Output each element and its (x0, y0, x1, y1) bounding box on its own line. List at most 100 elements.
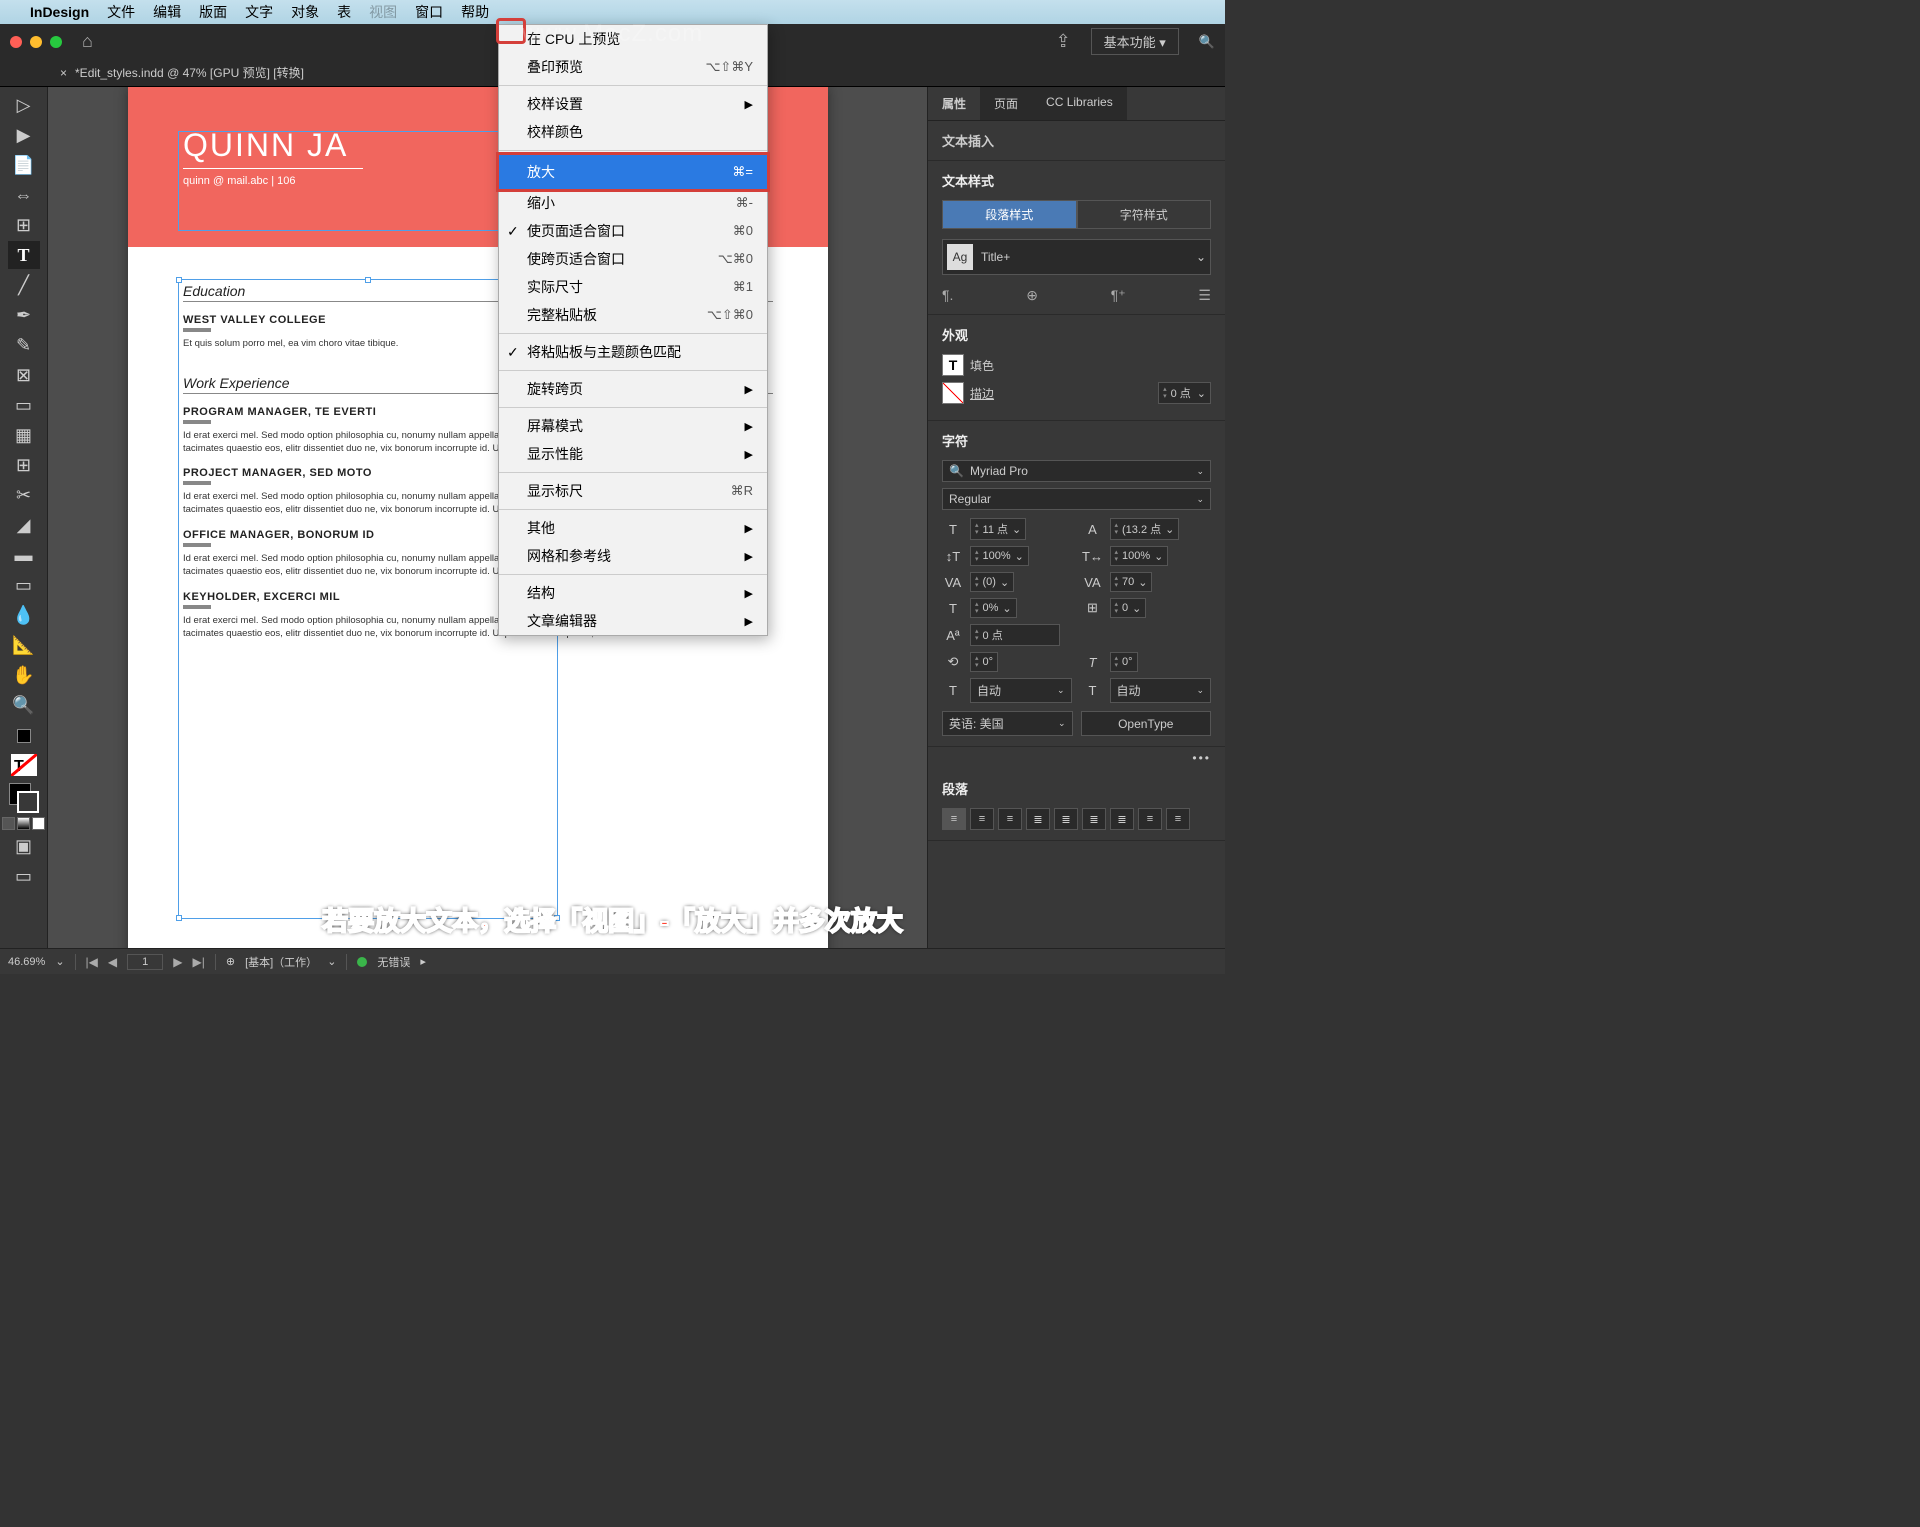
panel-tab-properties[interactable]: 属性 (928, 87, 980, 120)
home-icon[interactable]: ⌂ (82, 31, 93, 52)
menu-item-实际尺寸[interactable]: 实际尺寸⌘1 (499, 273, 767, 301)
zoom-tool[interactable]: 🔍 (8, 691, 40, 719)
close-window-button[interactable] (10, 36, 22, 48)
menu-file[interactable]: 文件 (107, 2, 135, 22)
more-options[interactable]: ••• (928, 747, 1225, 769)
open-icon[interactable]: ⊕ (226, 955, 235, 968)
baseline-shift-input[interactable]: ▴▾0 点 (970, 624, 1060, 646)
font-weight-input[interactable]: Regular⌄ (942, 488, 1211, 510)
clear-override-icon[interactable]: ¶⁺ (1111, 287, 1126, 304)
hscale-input[interactable]: ▴▾100%⌄ (1110, 546, 1169, 566)
line-tool[interactable]: ╱ (8, 271, 40, 299)
baseline2-input[interactable]: ▴▾0⌄ (1110, 598, 1147, 618)
menu-table[interactable]: 表 (337, 2, 351, 22)
align-away-spine[interactable]: ≡ (1166, 808, 1190, 830)
menu-item-结构[interactable]: 结构▶ (499, 579, 767, 607)
preflight-profile[interactable]: [基本]（工作） (245, 954, 317, 970)
type-tool[interactable]: T (8, 241, 40, 269)
character-style-tab[interactable]: 字符样式 (1077, 200, 1212, 229)
tab-close-button[interactable]: × (60, 66, 67, 80)
panel-tab-pages[interactable]: 页面 (980, 87, 1032, 120)
menu-item-使跨页适合窗口[interactable]: 使跨页适合窗口⌥⌘0 (499, 245, 767, 273)
share-icon[interactable]: ⇪ (1056, 31, 1071, 52)
free-transform-tool[interactable]: ⊞ (8, 451, 40, 479)
menu-item-放大[interactable]: 放大⌘= (496, 152, 770, 192)
last-page-button[interactable]: ▶| (192, 955, 204, 969)
style-selector[interactable]: AgTitle+⌄ (942, 239, 1211, 275)
first-page-button[interactable]: |◀ (86, 955, 98, 969)
menu-item-叠印预览[interactable]: 叠印预览⌥⇧⌘Y (499, 53, 767, 81)
menu-item-校样颜色[interactable]: 校样颜色 (499, 118, 767, 146)
new-style-icon[interactable]: ⊕ (1026, 287, 1038, 304)
page-tool[interactable]: 📄 (8, 151, 40, 179)
view-mode-preview[interactable]: ▭ (8, 862, 40, 890)
justify-center[interactable]: ≣ (1054, 808, 1078, 830)
next-page-button[interactable]: ▶ (173, 955, 182, 969)
rectangle-tool[interactable]: ▭ (8, 391, 40, 419)
menu-window[interactable]: 窗口 (415, 2, 443, 22)
measure-tool[interactable]: 📐 (8, 631, 40, 659)
note-tool[interactable]: ▭ (8, 571, 40, 599)
justify-left[interactable]: ≣ (1026, 808, 1050, 830)
menu-item-屏幕模式[interactable]: 屏幕模式▶ (499, 412, 767, 440)
menu-help[interactable]: 帮助 (461, 2, 489, 22)
vscale-input[interactable]: ▴▾100%⌄ (970, 546, 1029, 566)
tracking-input[interactable]: ▴▾70⌄ (1110, 572, 1153, 592)
menu-item-使页面适合窗口[interactable]: ✓使页面适合窗口⌘0 (499, 217, 767, 245)
menu-item-文章编辑器[interactable]: 文章编辑器▶ (499, 607, 767, 635)
menu-layout[interactable]: 版面 (199, 2, 227, 22)
skew-input[interactable]: ▴▾0° (1110, 652, 1138, 672)
prev-page-button[interactable]: ◀ (108, 955, 117, 969)
page-number[interactable]: 1 (127, 954, 163, 970)
fill-stroke-swatch[interactable]: T (2, 729, 45, 830)
selection-tool[interactable]: ▷ (8, 91, 40, 119)
menu-view[interactable]: 视图 (369, 2, 397, 22)
search-icon[interactable]: 🔍 (1199, 34, 1215, 50)
app-name[interactable]: InDesign (30, 4, 89, 20)
gap-tool[interactable]: ⇔ (8, 181, 40, 209)
language-input[interactable]: 英语: 美国⌄ (942, 711, 1073, 736)
eyedropper-tool[interactable]: 💧 (8, 601, 40, 629)
pilcrow-icon[interactable]: ¶. (942, 287, 953, 304)
kerning-input[interactable]: ▴▾(0)⌄ (970, 572, 1014, 592)
baseline-input[interactable]: ▴▾0%⌄ (970, 598, 1017, 618)
menu-edit[interactable]: 编辑 (153, 2, 181, 22)
hand-tool[interactable]: ✋ (8, 661, 40, 689)
view-mode-normal[interactable]: ▣ (8, 832, 40, 860)
pencil-tool[interactable]: ✎ (8, 331, 40, 359)
options-icon[interactable]: ☰ (1198, 287, 1211, 304)
canvas[interactable]: QUINN JA quinn @ mail.abc | 106 Educatio… (48, 87, 927, 948)
gradient-feather-tool[interactable]: ▬ (8, 541, 40, 569)
menu-item-完整粘贴板[interactable]: 完整粘贴板⌥⇧⌘0 (499, 301, 767, 329)
menu-item-校样设置[interactable]: 校样设置▶ (499, 90, 767, 118)
auto1-input[interactable]: 自动⌄ (970, 678, 1072, 703)
menu-item-旋转跨页[interactable]: 旋转跨页▶ (499, 375, 767, 403)
font-family-input[interactable]: 🔍Myriad Pro⌄ (942, 460, 1211, 482)
fill-swatch[interactable]: T (942, 354, 964, 376)
direct-selection-tool[interactable]: ▶ (8, 121, 40, 149)
panel-tab-cclibraries[interactable]: CC Libraries (1032, 87, 1127, 120)
align-center[interactable]: ≡ (970, 808, 994, 830)
justify-right[interactable]: ≣ (1082, 808, 1106, 830)
font-size-input[interactable]: ▴▾11 点⌄ (970, 518, 1026, 540)
opentype-button[interactable]: OpenType (1081, 711, 1212, 736)
menu-item-网格和参考线[interactable]: 网格和参考线▶ (499, 542, 767, 570)
stroke-weight-input[interactable]: ▴▾0 点⌄ (1158, 382, 1211, 404)
leading-input[interactable]: ▴▾(13.2 点⌄ (1110, 518, 1180, 540)
preflight-status[interactable]: 无错误 (377, 954, 410, 970)
justify-all[interactable]: ≣ (1110, 808, 1134, 830)
minimize-window-button[interactable] (30, 36, 42, 48)
workspace-switcher[interactable]: 基本功能 ▾ (1091, 28, 1179, 55)
stroke-swatch[interactable] (942, 382, 964, 404)
align-left[interactable]: ≡ (942, 808, 966, 830)
pen-tool[interactable]: ✒ (8, 301, 40, 329)
menu-type[interactable]: 文字 (245, 2, 273, 22)
zoom-level[interactable]: 46.69% (8, 956, 45, 968)
align-toward-spine[interactable]: ≡ (1138, 808, 1162, 830)
shear-tool[interactable]: ▦ (8, 421, 40, 449)
rectangle-frame-tool[interactable]: ⊠ (8, 361, 40, 389)
menu-object[interactable]: 对象 (291, 2, 319, 22)
rotate-input[interactable]: ▴▾0° (970, 652, 998, 672)
menu-item-显示性能[interactable]: 显示性能▶ (499, 440, 767, 468)
menu-item-显示标尺[interactable]: 显示标尺⌘R (499, 477, 767, 505)
